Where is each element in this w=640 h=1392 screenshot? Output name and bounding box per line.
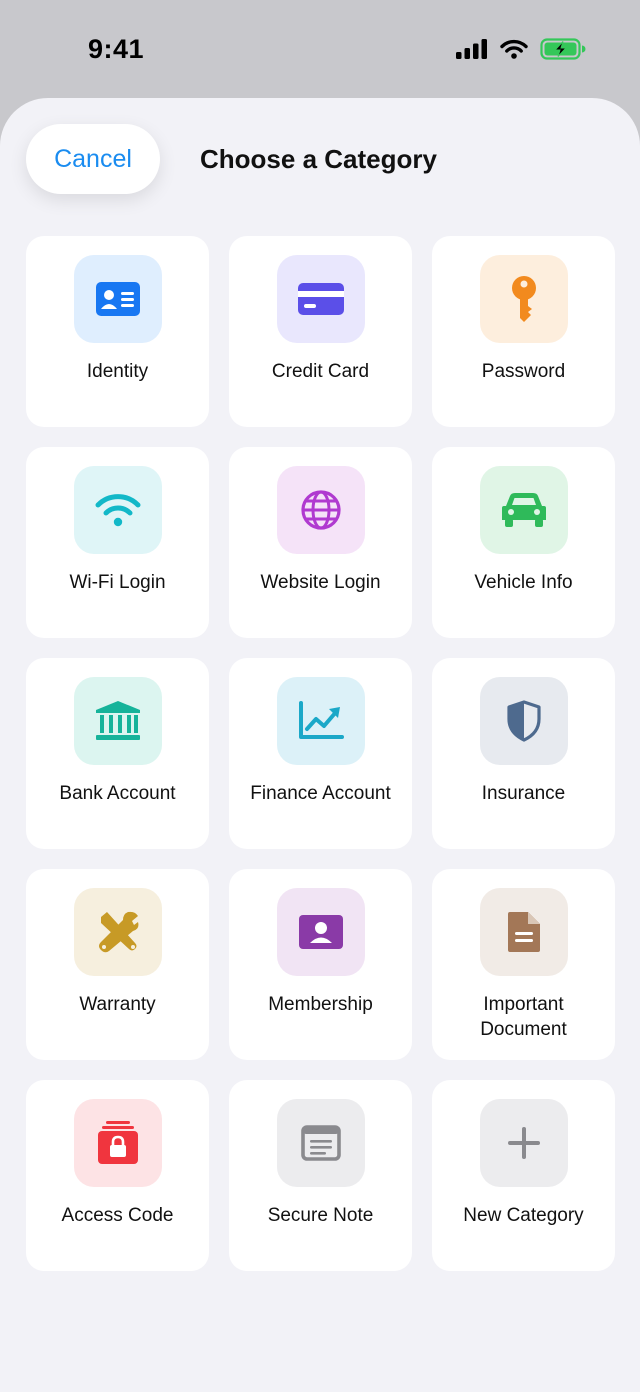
category-label: Bank Account	[59, 783, 176, 804]
category-tile-credit-card[interactable]: Credit Card	[229, 236, 412, 427]
car-icon	[501, 493, 546, 527]
chart-icon	[298, 701, 344, 739]
credit-card-icon	[297, 283, 344, 315]
icon-container	[73, 1099, 162, 1187]
shield-icon	[506, 700, 541, 742]
icon-container	[73, 888, 162, 976]
category-label: Vehicle Info	[474, 572, 573, 593]
status-bar: 9:41	[0, 0, 640, 100]
icon-container	[479, 677, 568, 765]
lock-box-icon	[97, 1121, 138, 1164]
category-tile-insurance[interactable]: Insurance	[432, 658, 615, 849]
category-label: Wi-Fi Login	[69, 572, 166, 593]
category-tile-secure-note[interactable]: Secure Note	[229, 1080, 412, 1271]
category-label: Finance Account	[250, 783, 391, 804]
category-label: Warranty	[79, 994, 156, 1015]
icon-container	[73, 466, 162, 554]
category-sheet: Cancel Choose a Category Identity Credit…	[0, 98, 640, 1392]
icon-container	[479, 255, 568, 343]
wifi-status-icon	[500, 39, 528, 59]
category-tile-website-login[interactable]: Website Login	[229, 447, 412, 638]
category-label: New Category	[463, 1205, 584, 1226]
category-label: Secure Note	[267, 1205, 374, 1226]
category-tile-finance-account[interactable]: Finance Account	[229, 658, 412, 849]
icon-container	[276, 888, 365, 976]
category-tile-identity[interactable]: Identity	[26, 236, 209, 427]
battery-icon	[540, 38, 586, 60]
category-tile-warranty[interactable]: Warranty	[26, 869, 209, 1060]
plus-icon	[507, 1127, 540, 1159]
category-label: Password	[481, 361, 566, 382]
key-icon	[511, 276, 536, 322]
icon-container	[479, 466, 568, 554]
member-card-icon	[298, 915, 343, 949]
category-tile-membership[interactable]: Membership	[229, 869, 412, 1060]
icon-container	[479, 888, 568, 976]
globe-icon	[300, 490, 341, 530]
icon-container	[276, 677, 365, 765]
sheet-title: Choose a Category	[200, 144, 437, 174]
tools-icon	[98, 911, 138, 953]
category-tile-password[interactable]: Password	[432, 236, 615, 427]
category-label: Identity	[86, 361, 149, 382]
category-tile-access-code[interactable]: Access Code	[26, 1080, 209, 1271]
category-label: Website Login	[260, 572, 381, 593]
category-label: Membership	[268, 994, 373, 1015]
category-grid: Identity Credit Card Password Wi-Fi Logi…	[26, 236, 615, 1271]
category-tile-bank-account[interactable]: Bank Account	[26, 658, 209, 849]
category-label: Credit Card	[271, 361, 370, 382]
wifi-icon	[95, 494, 140, 527]
note-icon	[300, 1125, 341, 1161]
category-tile-wifi-login[interactable]: Wi-Fi Login	[26, 447, 209, 638]
category-tile-important-document[interactable]: Important Document	[432, 869, 615, 1060]
category-label: Important Document	[480, 994, 567, 1040]
category-tile-vehicle-info[interactable]: Vehicle Info	[432, 447, 615, 638]
icon-container	[479, 1099, 568, 1187]
status-icons	[456, 38, 586, 60]
icon-container	[276, 255, 365, 343]
category-label: Access Code	[61, 1205, 174, 1226]
category-label: Insurance	[481, 783, 566, 804]
icon-container	[73, 677, 162, 765]
cancel-button[interactable]: Cancel	[26, 124, 160, 194]
icon-container	[73, 255, 162, 343]
status-time: 9:41	[88, 34, 145, 64]
bank-icon	[95, 701, 140, 740]
id-card-icon	[95, 282, 140, 316]
signal-icon	[456, 39, 487, 59]
category-tile-new-category[interactable]: New Category	[432, 1080, 615, 1271]
document-icon	[507, 912, 540, 952]
icon-container	[276, 1099, 365, 1187]
icon-container	[276, 466, 365, 554]
